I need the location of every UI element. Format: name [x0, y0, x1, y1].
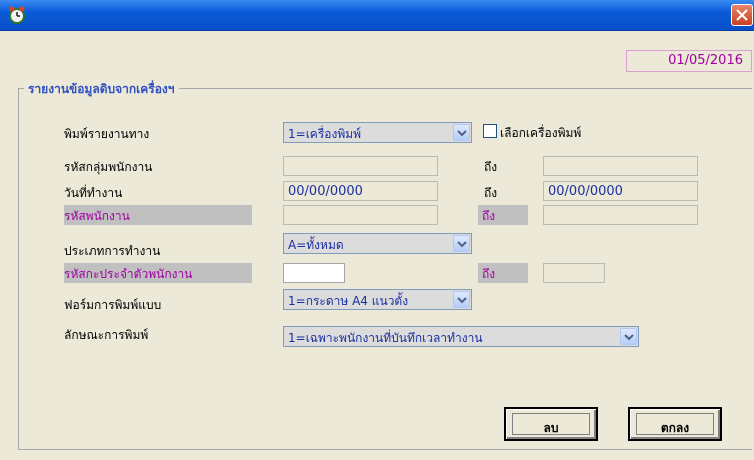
chevron-down-icon[interactable] — [453, 235, 470, 252]
print-form-value: 1=กระดาษ A4 แนวตั้ง — [288, 294, 409, 308]
employee-group-to-label: ถึง — [484, 160, 498, 174]
work-date-label: วันที่ทำงาน — [64, 186, 123, 200]
title-bar — [0, 0, 754, 31]
delete-button[interactable]: ลบ — [504, 407, 598, 441]
work-date-to-label: ถึง — [484, 186, 498, 200]
work-date-from-field[interactable]: 00/00/0000 — [283, 181, 438, 201]
print-style-label: ลักษณะการพิมพ์ — [64, 328, 149, 342]
delete-button-label: ลบ — [543, 421, 559, 435]
print-via-value: 1=เครื่องพิมพ์ — [288, 127, 362, 141]
chevron-down-icon[interactable] — [453, 124, 470, 141]
ok-button-label: ตกลง — [660, 421, 690, 435]
print-style-select[interactable]: 1=เฉพาะพนักงานที่บันทึกเวลาทำงาน — [283, 326, 639, 347]
print-form-select[interactable]: 1=กระดาษ A4 แนวตั้ง — [283, 289, 472, 310]
choose-printer-checkbox[interactable] — [483, 124, 497, 138]
employee-code-label: รหัสพนักงาน — [64, 205, 252, 225]
print-form-label: ฟอร์มการพิมพ์แบบ — [64, 298, 162, 312]
work-type-value: A=ทั้งหมด — [288, 238, 344, 252]
employee-code-from-field[interactable] — [283, 205, 438, 225]
choose-printer-label: เลือกเครื่องพิมพ์ — [500, 126, 582, 140]
alarm-clock-icon — [9, 6, 25, 24]
chevron-down-icon[interactable] — [453, 291, 470, 308]
print-style-value: 1=เฉพาะพนักงานที่บันทึกเวลาทำงาน — [288, 331, 483, 345]
employee-code-to-field[interactable] — [543, 205, 698, 225]
close-button[interactable] — [731, 4, 753, 26]
group-title: รายงานข้อมูลดิบจากเครื่องฯ — [24, 80, 179, 99]
work-type-select[interactable]: A=ทั้งหมด — [283, 233, 472, 254]
print-via-select[interactable]: 1=เครื่องพิมพ์ — [283, 122, 472, 143]
employee-id-to-label: ถึง — [478, 263, 528, 283]
chevron-down-icon[interactable] — [620, 328, 637, 345]
employee-group-label: รหัสกลุ่มพนักงาน — [64, 160, 153, 174]
employee-id-label: รหัสกะประจำตัวพนักงาน — [64, 263, 252, 283]
work-date-to-field[interactable]: 00/00/0000 — [543, 181, 698, 201]
employee-id-from-field[interactable] — [283, 263, 345, 283]
ok-button[interactable]: ตกลง — [628, 407, 722, 441]
employee-group-to-field[interactable] — [543, 156, 698, 176]
close-icon — [736, 9, 748, 21]
employee-code-to-label: ถึง — [478, 205, 528, 225]
employee-group-from-field[interactable] — [283, 156, 438, 176]
employee-id-to-field[interactable] — [543, 263, 605, 283]
current-date: 01/05/2016 — [626, 50, 752, 72]
work-type-label: ประเภทการทำงาน — [64, 244, 161, 258]
print-via-label: พิมพ์รายงานทาง — [64, 127, 150, 141]
